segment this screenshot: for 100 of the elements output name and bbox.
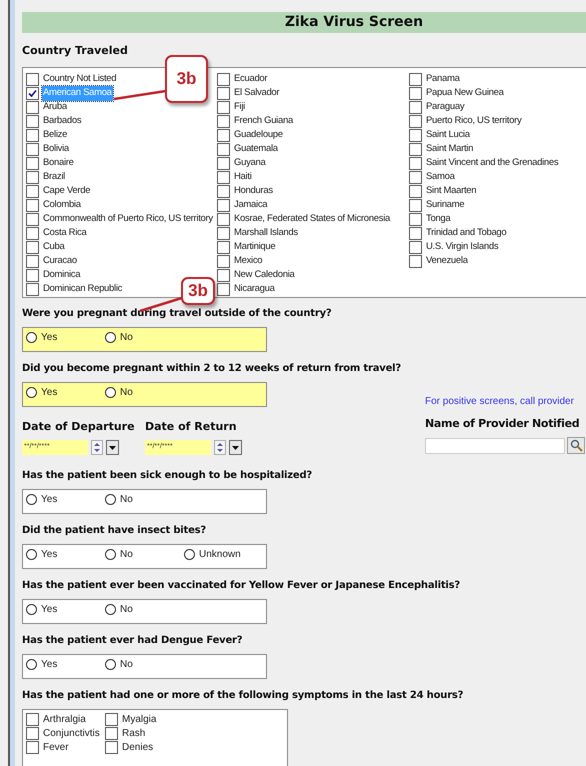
checkbox[interactable] [217,129,230,142]
country-label[interactable]: Tonga [425,212,452,227]
checkbox[interactable] [26,101,39,114]
country-label[interactable]: Mexico [233,254,264,269]
checkbox[interactable] [26,712,39,726]
country-label[interactable]: Honduras [233,184,274,199]
country-label[interactable]: Belize [42,128,68,143]
dropdown-button[interactable] [106,440,119,455]
country-label[interactable]: Panama [425,72,461,87]
provider-field[interactable] [425,438,565,454]
radio-button[interactable] [105,549,116,560]
checkbox[interactable] [26,283,39,296]
checkbox[interactable] [409,171,422,184]
checkbox[interactable] [105,740,118,754]
checkbox[interactable] [409,143,422,156]
country-label[interactable]: Marshall Islands [233,226,299,241]
country-label[interactable]: Puerto Rico, US territory [425,114,522,129]
checkbox[interactable] [26,185,39,198]
checkbox[interactable] [217,115,230,128]
country-label[interactable]: Papua New Guinea [425,86,505,101]
country-label[interactable]: Guyana [233,156,266,171]
country-label[interactable]: Saint Vincent and the Grenadines [425,156,560,171]
country-label[interactable]: Cuba [42,240,66,255]
search-button[interactable] [567,437,585,454]
checkbox[interactable] [26,269,39,282]
country-label[interactable]: Martinique [233,240,276,255]
radio-button[interactable] [26,494,37,505]
checkbox[interactable] [409,115,422,128]
checkbox[interactable] [409,227,422,240]
radio-button[interactable] [105,604,116,615]
country-label[interactable]: Costa Rica [42,226,88,241]
checkbox[interactable] [217,255,230,268]
country-label[interactable]: Nicaragua [233,282,276,297]
dropdown-button[interactable] [229,440,242,455]
checkbox[interactable] [409,87,422,100]
country-label[interactable]: Venezuela [425,254,469,269]
country-label[interactable]: Kosrae, Federated States of Micronesia [233,212,391,227]
country-label[interactable]: El Salvador [233,86,280,101]
country-label[interactable]: Trinidad and Tobago [425,226,508,241]
country-label[interactable]: Bolivia [42,142,70,157]
radio-button[interactable] [26,659,37,670]
checkbox[interactable] [409,129,422,142]
country-label[interactable]: U.S. Virgin Islands [425,240,500,255]
checkbox[interactable] [409,101,422,114]
country-label[interactable]: Barbados [42,114,82,129]
radio-button[interactable] [26,386,37,398]
radio-button[interactable] [26,332,37,342]
checkbox[interactable] [217,241,230,254]
checkbox[interactable] [26,213,39,226]
country-label[interactable]: Bonaire [42,156,75,171]
checkbox[interactable] [217,87,230,100]
radio-button[interactable] [184,549,195,560]
country-label[interactable]: Country Not Listed [42,72,118,87]
checkbox[interactable] [409,73,422,86]
checkbox[interactable] [26,199,39,212]
radio-button[interactable] [26,549,37,560]
country-label[interactable]: Commonwealth of Puerto Rico, US territory [42,212,214,227]
checkbox[interactable] [217,199,230,212]
checkbox[interactable] [217,143,230,156]
country-label[interactable]: French Guiana [233,114,294,129]
checkbox[interactable] [26,73,39,86]
country-label[interactable]: Ecuador [233,72,268,87]
country-label[interactable]: Dominica [42,268,82,283]
checkbox[interactable] [26,143,39,156]
checkbox[interactable] [409,199,422,212]
checkbox[interactable] [105,726,118,740]
country-label[interactable]: Saint Martin [425,142,474,157]
checkbox[interactable] [26,171,39,184]
checkbox[interactable] [409,255,422,268]
checkbox[interactable] [217,227,230,240]
country-label[interactable]: Suriname [425,198,466,213]
country-label[interactable]: Colombia [42,198,82,213]
radio-button[interactable] [105,332,116,342]
checkbox[interactable] [217,157,230,170]
checkbox[interactable] [26,740,39,754]
checkbox[interactable] [26,157,39,170]
country-label[interactable]: Saint Lucia [425,128,471,143]
checkbox[interactable] [26,115,39,128]
radio-button[interactable] [26,604,37,615]
country-label[interactable]: Guatemala [233,142,279,157]
checkbox[interactable] [26,87,39,100]
checkbox[interactable] [26,241,39,254]
country-label[interactable]: Dominican Republic [42,282,124,297]
checkbox[interactable] [217,171,230,184]
checkbox[interactable] [409,157,422,170]
checkbox[interactable] [409,185,422,198]
country-label[interactable]: Sint Maarten [425,184,478,199]
country-label[interactable]: Paraguay [425,100,466,115]
country-label[interactable]: Haiti [233,170,253,185]
checkbox[interactable] [217,283,230,296]
checkbox[interactable] [26,227,39,240]
country-label[interactable]: Jamaica [233,198,268,213]
country-label[interactable]: Guadeloupe [233,128,284,143]
checkbox[interactable] [217,73,230,86]
checkbox[interactable] [409,213,422,226]
checkbox[interactable] [217,269,230,282]
checkbox[interactable] [409,241,422,254]
spinner-buttons[interactable] [91,440,103,455]
checkbox[interactable] [26,255,39,268]
checkbox[interactable] [26,726,39,740]
